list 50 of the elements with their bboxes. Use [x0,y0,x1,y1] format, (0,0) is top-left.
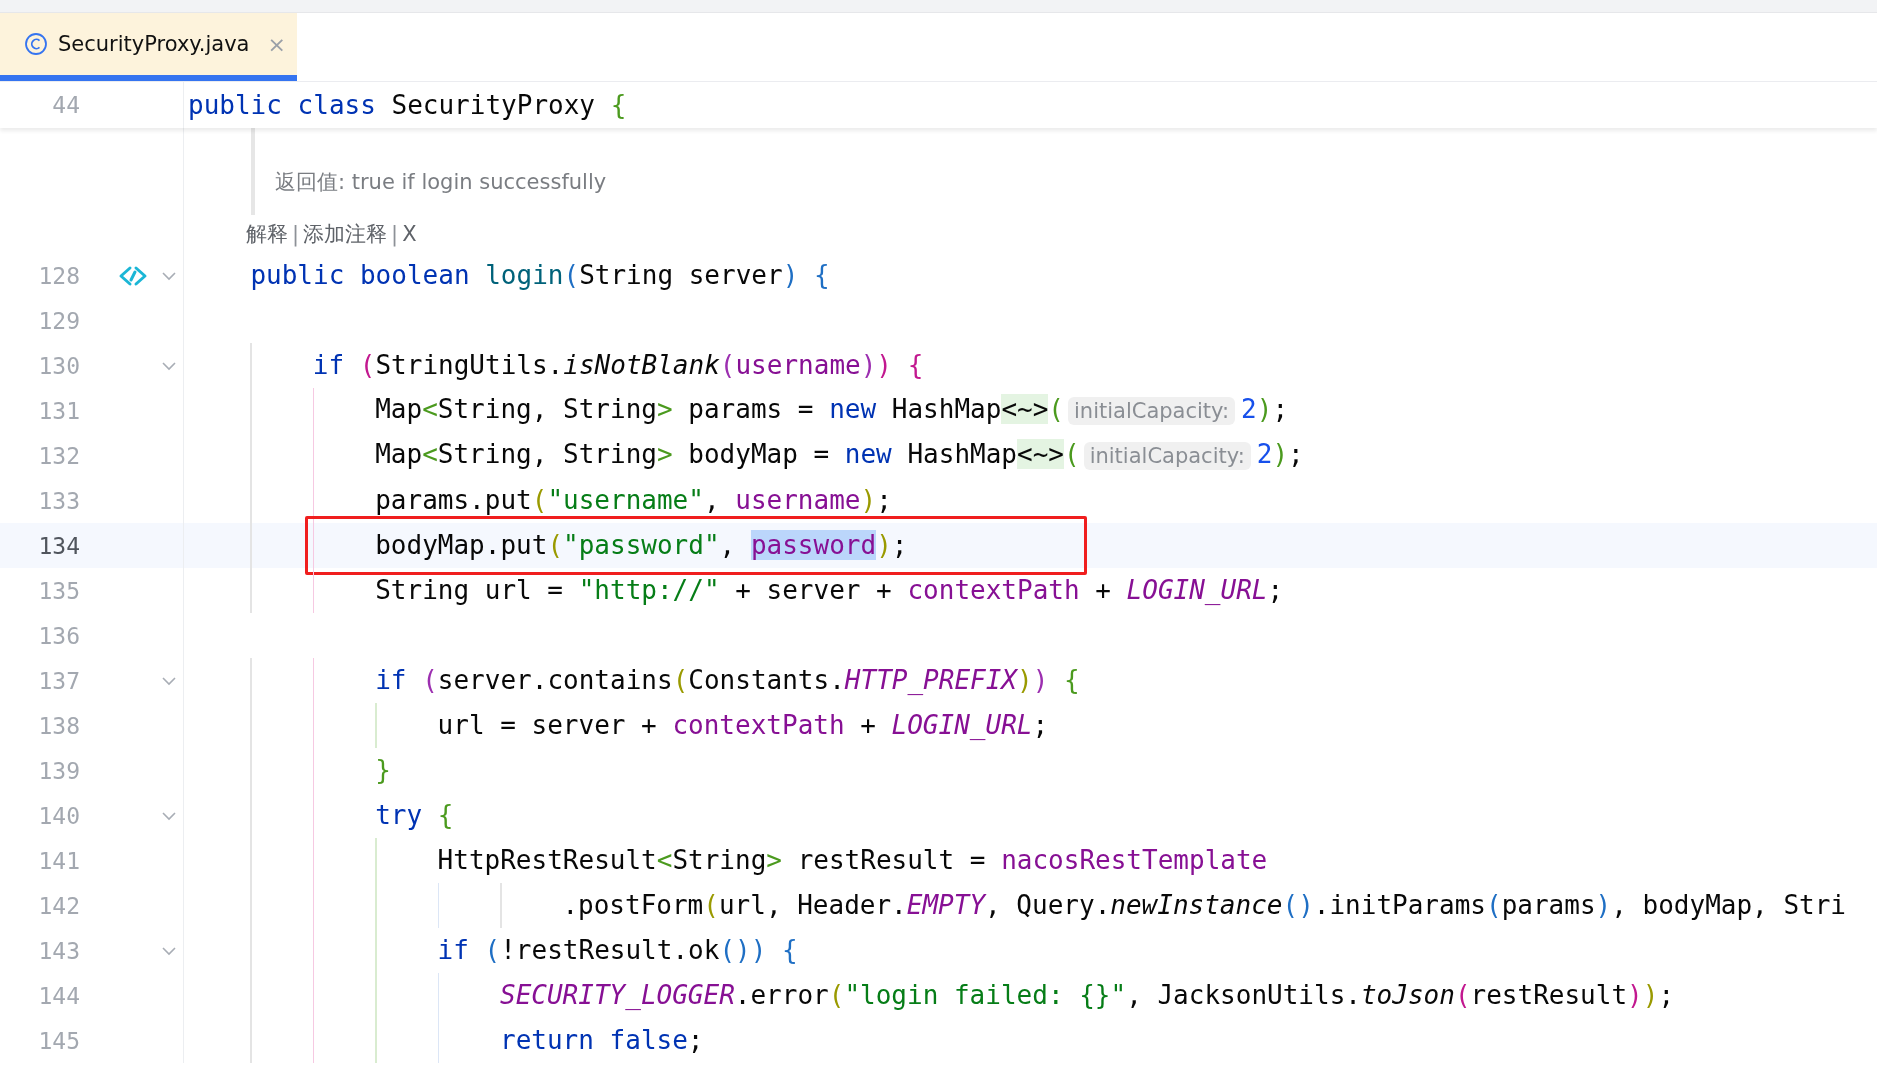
line-number: 130 [37,352,80,379]
inlay-action-link[interactable]: X [402,222,417,246]
code-line: Map<String, String> bodyMap = new HashMap<~>( initialCapacity: 2); [375,438,1304,472]
code-line: } [375,754,391,787]
code-line: String url = "http://" + server + contextPath + LOGIN_URL; [375,574,1284,607]
line-number: 143 [37,937,80,964]
line-number: 44 [51,92,80,118]
code-line: SECURITY_LOGGER.error("login failed: {}", JacksonUtils.toJson(restResult)); [500,979,1675,1012]
inlay-action-link[interactable]: 解释 [246,220,288,248]
line-number: 139 [37,757,80,784]
line-number: 136 [37,622,80,649]
code-line: bodyMap.put("password", password); [375,529,908,562]
code-line: if (!restResult.ok()) { [437,934,798,967]
separator: | [391,222,399,246]
chevron-down-icon[interactable] [161,810,177,821]
line-number: 128 [37,262,80,289]
inlay-action-link[interactable]: 添加注释 [303,220,388,248]
file-tab[interactable]: SecurityProxy.java × [0,13,297,81]
line-number: 144 [37,982,80,1009]
line-number: 135 [37,577,80,604]
chevron-down-icon[interactable] [161,270,177,281]
line-number: 145 [37,1027,80,1054]
code-line: public class SecurityProxy { [188,88,627,122]
code-line: params.put("username", username); [375,484,892,517]
bracket-arrows-icon[interactable] [118,264,148,287]
code-line: .postForm(url, Header.EMPTY, Query.newInstance().initParams(params), bodyMap, Stri [562,889,1847,922]
line-number: 133 [37,487,80,514]
line-number: 142 [37,892,80,919]
doc-comment: 返回值: true if login successfully [275,169,607,196]
code-line: Map<String, String> params = new HashMap<~>( initialCapacity: 2); [375,393,1289,427]
code-line: if (StringUtils.isNotBlank(username)) { [312,349,924,382]
line-number: 138 [37,712,80,739]
line-number: 129 [37,307,80,334]
code-line: public boolean login(String server) { [250,259,830,292]
code-line: if (server.contains(Constants.HTTP_PREFIX)) { [375,664,1080,697]
code-line: HttpRestResult<String> restResult = nacosRestTemplate [437,844,1268,877]
line-number: 134 [37,532,80,559]
chevron-down-icon[interactable] [161,675,177,686]
code-line: url = server + contextPath + LOGIN_URL; [437,709,1049,742]
line-number: 131 [37,397,80,424]
line-number: 140 [37,802,80,829]
line-number: 141 [37,847,80,874]
line-number: 132 [37,442,80,469]
code-line: try { [375,799,454,832]
class-icon [24,32,48,56]
line-number: 137 [37,667,80,694]
chevron-down-icon[interactable] [161,945,177,956]
code-line: return false; [500,1024,704,1057]
chevron-down-icon[interactable] [161,360,177,371]
separator: | [292,222,300,246]
